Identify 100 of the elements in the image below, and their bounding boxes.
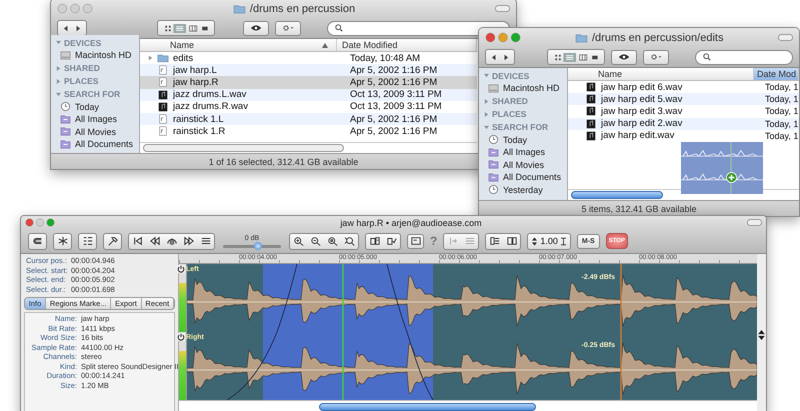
smart-folder-icon <box>60 138 71 150</box>
window-title: /drums en percussion <box>250 2 356 14</box>
sidebar-item[interactable]: Yesterday <box>479 184 567 196</box>
date-modified: Oct 13, 2009 3:11 PM <box>349 101 442 112</box>
clock-icon <box>488 184 499 196</box>
file-row[interactable]: jaw harp edit 2.wav Today, 1 <box>568 118 799 130</box>
file-row[interactable]: rainstick 1.R Apr 5, 2002 1:16 PM <box>140 125 477 138</box>
document-icon <box>368 236 380 246</box>
audio-file-icon <box>157 102 169 112</box>
date-modified: Today, 1 <box>764 106 798 116</box>
clock-icon <box>488 134 499 146</box>
file-row[interactable]: jazz drums.R.wav Oct 13, 2009 3:11 PM <box>140 100 477 113</box>
eye-icon <box>250 24 262 32</box>
resize-arrows-icon[interactable] <box>758 330 765 340</box>
gear-icon <box>650 53 662 61</box>
zoom-stepper[interactable]: 1.00 <box>527 232 571 250</box>
window-controls-icon[interactable] <box>485 32 521 43</box>
file-row[interactable]: rainstick 1.L Apr 5, 2002 1:16 PM <box>140 112 477 126</box>
smart-folder-icon <box>488 159 499 170</box>
search-field[interactable] <box>695 50 793 64</box>
document-icon <box>157 126 169 136</box>
file-name: jaw harp edit 3.wav <box>601 106 682 117</box>
audio-file-icon <box>157 90 169 100</box>
action-menu-button[interactable] <box>643 50 669 64</box>
rewind-icon <box>148 236 160 246</box>
file-name: jaw harp edit.wav <box>601 130 674 142</box>
back-forward-button[interactable] <box>485 49 515 65</box>
view-buttons[interactable] <box>547 49 605 65</box>
search-icon <box>333 24 345 32</box>
sidebar-item[interactable]: All Images <box>51 113 139 126</box>
file-name: jaw harp edit 6.wav <box>601 82 682 93</box>
file-name: jaw harp.R <box>173 76 218 88</box>
file-name: jaw harp.L <box>173 64 217 76</box>
audio-file-icon <box>585 106 597 116</box>
region-icon <box>410 236 422 246</box>
sidebar-item[interactable]: Today <box>51 100 139 113</box>
action-menu-button[interactable] <box>275 20 301 36</box>
date-modified: Oct 13, 2009 3:11 PM <box>349 89 442 100</box>
sort-arrow-icon <box>322 42 328 48</box>
zoom-in-icon <box>292 236 304 246</box>
date-modified: Today, 1 <box>764 82 798 92</box>
sidebar-item[interactable]: All Documents <box>479 171 567 184</box>
horizontal-scrollbar[interactable] <box>179 400 757 411</box>
disclosure-icon <box>484 73 489 78</box>
status-text: 1 of 16 selected, 312.41 GB available <box>208 156 358 166</box>
toolbar-toggle-icon[interactable] <box>495 5 510 12</box>
file-row[interactable]: edits Today, 10:48 AM <box>140 52 477 64</box>
quick-look-button[interactable] <box>243 20 269 36</box>
disclosure-icon <box>56 92 61 96</box>
file-row[interactable]: jaw harp edit 6.wav Today, 1 <box>568 81 799 94</box>
horizontal-scrollbar[interactable] <box>140 142 477 153</box>
view-buttons[interactable] <box>157 20 215 36</box>
file-name: jaw harp edit 5.wav <box>601 94 682 105</box>
page-icon <box>488 236 501 246</box>
sidebar-item[interactable]: All Movies <box>479 158 567 171</box>
date-modified: Apr 5, 2002 1:16 PM <box>349 126 438 137</box>
toolbar-toggle-icon[interactable] <box>747 219 762 226</box>
file-row[interactable]: jaw harp edit.wav Today, 1 <box>568 130 799 142</box>
sidebar-item[interactable]: All Images <box>479 146 567 158</box>
column-header[interactable]: Date Mod <box>754 68 799 80</box>
eye-icon <box>618 53 630 61</box>
file-row[interactable]: jaw harp edit 3.wav Today, 1 <box>568 105 799 118</box>
zoom-out-icon <box>310 236 322 246</box>
date-modified: Today, 1 <box>764 118 798 129</box>
search-field[interactable] <box>327 20 510 36</box>
quick-look-button[interactable] <box>611 50 637 64</box>
up-down-arrows-icon <box>532 236 538 246</box>
power-icon[interactable] <box>177 333 185 341</box>
file-name: rainstick 1.L <box>173 114 224 125</box>
sidebar-item[interactable]: Today <box>479 134 567 146</box>
file-row[interactable]: jaw harp.R Apr 5, 2002 1:16 PM <box>140 76 477 89</box>
disclosure-icon[interactable] <box>148 55 153 62</box>
sidebar-item[interactable]: All Documents <box>51 138 139 150</box>
fast-forward-icon <box>182 236 194 246</box>
column-header[interactable]: Name <box>140 39 337 51</box>
file-row[interactable]: jaw harp edit 5.wav Today, 1 <box>568 93 799 106</box>
disclosure-icon <box>56 66 61 70</box>
list-icon <box>82 236 94 246</box>
slider-thumb[interactable] <box>254 242 262 250</box>
toolbar-button[interactable] <box>407 234 424 248</box>
status-text: 5 items, 312.41 GB available <box>581 204 697 214</box>
back-forward-button[interactable] <box>57 20 87 36</box>
power-icon[interactable] <box>177 265 185 273</box>
volume-slider[interactable] <box>223 244 281 248</box>
sidebar-item[interactable]: Macintosh HD <box>479 82 567 94</box>
file-row[interactable]: jaw harp.L Apr 5, 2002 1:16 PM <box>140 64 477 76</box>
sidebar-item[interactable]: All Movies <box>51 126 139 138</box>
document-icon <box>157 65 169 76</box>
loop-icon <box>166 236 178 246</box>
window-controls-icon[interactable] <box>25 218 55 227</box>
lines-icon <box>464 236 476 246</box>
file-row[interactable]: jazz drums.L.wav Oct 13, 2009 3:11 PM <box>140 88 477 101</box>
column-header[interactable]: Date Modified <box>337 39 477 51</box>
hard-drive-icon <box>60 50 71 61</box>
sidebar-item[interactable]: Macintosh HD <box>51 49 139 62</box>
smart-folder-icon <box>488 172 499 183</box>
audio-file-icon <box>585 118 597 129</box>
hard-drive-icon <box>488 82 499 94</box>
toolbar-toggle-icon[interactable] <box>778 34 793 41</box>
document-icon <box>157 114 169 124</box>
